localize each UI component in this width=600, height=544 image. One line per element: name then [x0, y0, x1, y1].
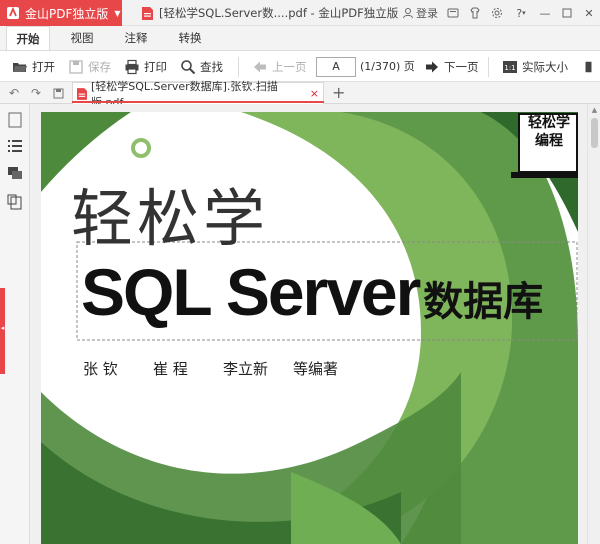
redo-icon[interactable]: ↷ — [28, 85, 44, 101]
login-label: 登录 — [416, 7, 438, 20]
gear-icon[interactable] — [490, 6, 504, 20]
comments-icon[interactable] — [7, 166, 23, 182]
maximize-icon[interactable] — [560, 6, 574, 20]
pdf-page: 轻松学 编程 轻松学 SQL Server 数据库 张 钦 崔 程 李立新 等编… — [41, 112, 578, 544]
actual-size-label: 实际大小 — [522, 60, 568, 74]
login-button[interactable]: 登录 — [402, 5, 438, 21]
print-label: 打印 — [144, 60, 167, 74]
chevron-down-icon: ▼ — [114, 8, 121, 18]
author-1: 张 钦 — [83, 360, 118, 378]
actual-size-button[interactable]: 1:1 实际大小 — [502, 51, 568, 83]
title-database: 数据库 — [423, 279, 544, 325]
close-icon[interactable]: ✕ — [582, 6, 596, 20]
skin-icon[interactable] — [468, 6, 482, 20]
tab-annotate[interactable]: 注释 — [114, 26, 158, 50]
author-4: 等编著 — [293, 360, 339, 378]
app-menu-button[interactable]: 金山PDF独立版 ▼ — [0, 0, 122, 26]
cover-title-main: SQL Server 数据库 — [81, 254, 543, 330]
toolbar-divider — [488, 57, 489, 77]
thumbnails-icon[interactable] — [7, 112, 23, 128]
series-line2: 编程 — [535, 133, 563, 149]
ribbon-tabs: 开始 视图 注释 转换 — [0, 26, 600, 50]
find-label: 查找 — [200, 60, 223, 74]
folder-open-icon — [13, 63, 27, 72]
undo-icon[interactable]: ↶ — [6, 85, 22, 101]
window-title: [轻松学SQL.Server数....pdf - 金山PDF独立版 — [142, 0, 398, 26]
save-label: 保存 — [88, 60, 111, 74]
next-page-button[interactable]: 下一页 — [424, 51, 479, 83]
tab-convert[interactable]: 转换 — [168, 26, 212, 50]
title-sql-server: SQL Server — [81, 255, 421, 329]
user-icon — [403, 8, 413, 19]
tab-view[interactable]: 视图 — [60, 26, 104, 50]
arrow-left-icon — [254, 61, 266, 73]
cover-authors: 张 钦 崔 程 李立新 等编著 — [83, 358, 383, 378]
minimize-icon[interactable]: — — [538, 6, 552, 20]
search-icon — [181, 60, 196, 75]
document-viewport: 轻松学 编程 轻松学 SQL Server 数据库 张 钦 崔 程 李立新 等编… — [31, 104, 587, 544]
next-page-label: 下一页 — [444, 60, 479, 74]
open-button[interactable]: 打开 — [12, 51, 55, 83]
printer-icon — [125, 59, 139, 75]
arrow-right-icon — [426, 61, 438, 73]
window-title-text: [轻松学SQL.Server数....pdf - 金山PDF独立版 — [159, 6, 399, 20]
series-line1: 轻松学 — [528, 115, 570, 131]
attachments-icon[interactable] — [7, 194, 23, 210]
app-brand-label: 金山PDF独立版 — [25, 6, 109, 21]
author-3: 李立新 — [223, 360, 269, 378]
page-count: (1/370) 页 — [360, 60, 415, 73]
title-right-controls: 登录 ? ▾ — ✕ — [402, 0, 596, 26]
left-sidebar: ◂ — [0, 104, 30, 544]
title-bar: 金山PDF独立版 ▼ [轻松学SQL.Server数....pdf - 金山PD… — [0, 0, 600, 26]
app-logo-icon — [7, 6, 19, 19]
active-tab-indicator — [72, 101, 324, 103]
chevron-left-icon: ◂ — [0, 324, 5, 332]
series-label: 轻松学 编程 — [521, 114, 577, 150]
pdf-file-icon — [142, 6, 153, 20]
add-tab-button[interactable]: + — [332, 82, 345, 104]
prev-page-label: 上一页 — [272, 60, 307, 74]
cover-title-cn: 轻松学 — [71, 182, 270, 255]
message-icon[interactable] — [446, 6, 460, 20]
close-tab-icon[interactable]: × — [310, 87, 319, 100]
vertical-scrollbar[interactable]: ▲ — [587, 104, 600, 544]
tab-start[interactable]: 开始 — [6, 26, 50, 50]
more-tools-icon[interactable] — [584, 51, 596, 83]
save-small-icon[interactable] — [50, 85, 66, 101]
actual-size-icon: 1:1 — [503, 61, 517, 73]
pdf-reader-window: 金山PDF独立版 ▼ [轻松学SQL.Server数....pdf - 金山PD… — [0, 0, 600, 544]
save-icon — [69, 60, 83, 74]
pdf-file-icon — [77, 87, 87, 100]
toolbar-divider — [238, 57, 239, 77]
bookmark-list-icon[interactable] — [7, 138, 23, 154]
author-2: 崔 程 — [153, 360, 188, 378]
help-icon[interactable]: ? ▾ — [512, 6, 530, 20]
scroll-up-icon[interactable]: ▲ — [588, 106, 600, 114]
page-number-input[interactable]: A — [316, 57, 356, 77]
svg-text:1:1: 1:1 — [504, 64, 515, 72]
open-label: 打开 — [32, 60, 55, 74]
scroll-thumb[interactable] — [591, 118, 598, 148]
